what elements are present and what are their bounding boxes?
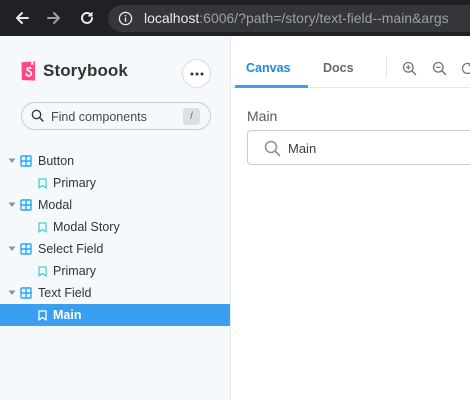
component-icon	[20, 199, 32, 211]
tree-component-button[interactable]: Button	[0, 150, 230, 172]
zoom-in-button[interactable]	[401, 60, 417, 76]
url-host: localhost	[144, 10, 200, 26]
tab-canvas[interactable]: Canvas	[246, 48, 296, 88]
preview-panel: Canvas Docs Main Main	[231, 36, 470, 400]
address-bar[interactable]: localhost:6006/?path=/story/text-field--…	[108, 5, 470, 32]
text-field-label: Main	[247, 108, 278, 124]
reset-zoom-button[interactable]	[459, 60, 470, 76]
search-icon	[31, 109, 44, 127]
bookmark-icon	[38, 177, 47, 189]
toolbar-divider	[386, 56, 387, 78]
tree-story-label: Main	[53, 308, 82, 322]
caret-down-icon	[8, 245, 16, 253]
arrow-right-icon	[47, 12, 60, 24]
tree-story-label: Primary	[53, 264, 97, 278]
bookmark-icon	[38, 265, 47, 277]
tree-component-label: Text Field	[38, 286, 92, 300]
url-text: localhost:6006/?path=/story/text-field--…	[144, 10, 449, 26]
tree-component-select-field[interactable]: Select Field	[0, 238, 230, 260]
tab-label: Canvas	[246, 61, 291, 75]
back-button[interactable]	[10, 6, 34, 30]
caret-down-icon	[8, 289, 16, 297]
forward-button[interactable]	[42, 6, 66, 30]
tab-docs[interactable]: Docs	[323, 48, 363, 88]
settings-menu-button[interactable]	[182, 59, 211, 88]
tree-component-modal[interactable]: Modal	[0, 194, 230, 216]
caret-down-icon	[8, 157, 16, 165]
bookmark-icon	[38, 221, 47, 233]
component-icon	[20, 287, 32, 299]
brand[interactable]: Storybook	[20, 61, 128, 81]
tree-component-label: Modal	[38, 198, 73, 212]
info-icon[interactable]	[118, 11, 133, 31]
sidebar: Storybook Find components / Button Prima…	[0, 36, 231, 400]
tree-story-label: Primary	[53, 176, 97, 190]
tree-story-text-field-main[interactable]: Main	[0, 304, 230, 326]
tree-story-button-primary[interactable]: Primary	[0, 172, 230, 194]
arrow-left-icon	[16, 12, 29, 24]
tree-story-modal-story[interactable]: Modal Story	[0, 216, 230, 238]
brand-title: Storybook	[43, 61, 128, 80]
ellipsis-icon	[190, 72, 203, 75]
search-placeholder: Find components	[51, 110, 147, 124]
tree-component-label: Select Field	[38, 242, 104, 256]
bookmark-icon	[38, 309, 47, 321]
reload-button[interactable]	[75, 6, 99, 30]
tree-story-label: Modal Story	[53, 220, 120, 234]
caret-down-icon	[8, 201, 16, 209]
browser-toolbar: localhost:6006/?path=/story/text-field--…	[0, 0, 470, 36]
zoom-out-icon	[432, 61, 446, 75]
active-tab-indicator	[235, 85, 308, 88]
component-icon	[20, 243, 32, 255]
search-shortcut-key: /	[183, 108, 200, 125]
url-path: :6006/?path=/story/text-field--main&args	[199, 10, 449, 26]
reset-zoom-icon	[461, 62, 470, 74]
search-icon	[264, 140, 281, 162]
story-tree: Button Primary Modal Modal Story Select …	[0, 150, 230, 326]
text-field-value: Main	[288, 141, 317, 156]
reload-icon	[81, 11, 93, 24]
zoom-out-button[interactable]	[431, 60, 447, 76]
tab-label: Docs	[323, 61, 354, 75]
zoom-in-icon	[402, 61, 416, 75]
component-icon	[20, 155, 32, 167]
storybook-logo-icon	[21, 61, 35, 81]
tree-component-text-field[interactable]: Text Field	[0, 282, 230, 304]
story-canvas: Main Main	[231, 89, 470, 400]
tree-component-label: Button	[38, 154, 75, 168]
tree-story-select-primary[interactable]: Primary	[0, 260, 230, 282]
search-input[interactable]: Find components /	[21, 102, 211, 130]
text-field-input[interactable]: Main	[247, 130, 470, 165]
preview-toolbar: Canvas Docs	[231, 48, 470, 88]
